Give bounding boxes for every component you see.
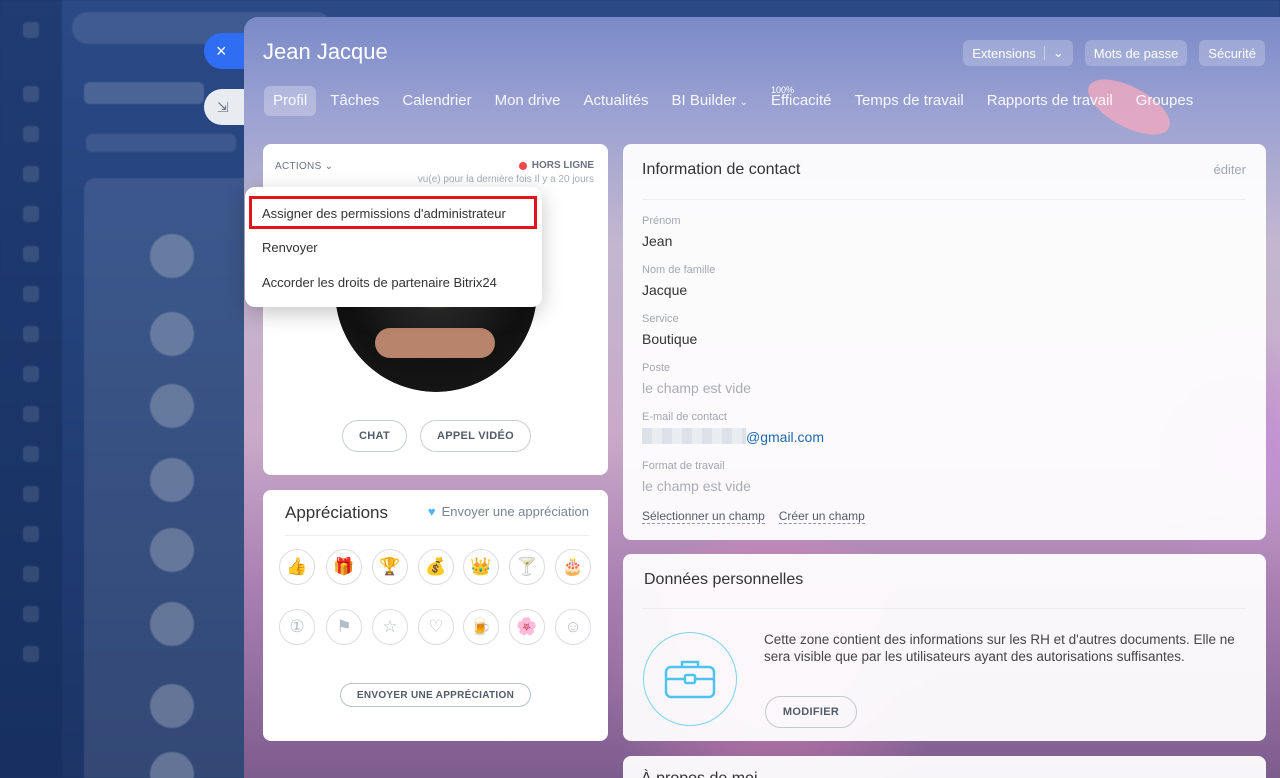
number-one-icon[interactable]: ① [279, 609, 315, 645]
menu-item-admin-permissions[interactable]: Assigner des permissions d'administrateu… [262, 206, 506, 221]
cocktail-icon[interactable]: 🍸 [509, 549, 545, 585]
collapse-icon: ⇲ [217, 98, 229, 115]
background-subtitle [86, 134, 236, 152]
appreciations-title: Appréciations [285, 503, 389, 522]
close-slider-button[interactable]: × [204, 33, 248, 69]
trophy-icon[interactable]: 🏆 [372, 549, 408, 585]
personal-data-card: Données personnelles Cette zone contient… [623, 554, 1266, 741]
modify-button[interactable]: MODIFIER [765, 696, 857, 728]
cake-icon[interactable]: 🎂 [555, 549, 591, 585]
email-redacted [642, 428, 746, 444]
send-appreciation-button[interactable]: ENVOYER UNE APPRÉCIATION [340, 683, 531, 707]
briefcase-icon [643, 632, 737, 726]
contact-info-card: Information de contact éditer Prénom Jea… [623, 144, 1266, 540]
contact-info-title: Information de contact [642, 161, 801, 178]
select-field-link[interactable]: Sélectionner un champ [642, 509, 765, 524]
user-name-title: Jean Jacque [263, 39, 388, 64]
last-name-value: Jacque [642, 282, 688, 298]
menu-item-partner-rights[interactable]: Accorder les droits de partenaire Bitrix… [262, 275, 497, 290]
department-value: Boutique [642, 331, 698, 347]
background-sidebar [0, 0, 62, 778]
heart-icon: ♥ [427, 504, 436, 519]
offline-dot-icon [518, 161, 527, 170]
close-icon: × [216, 40, 227, 61]
first-name-value: Jean [642, 233, 673, 249]
appreciations-card: Appréciations ♥ Envoyer une appréciation… [263, 490, 608, 741]
star-icon[interactable]: ☆ [372, 609, 408, 645]
smile-icon[interactable]: ☺ [555, 609, 591, 645]
passwords-button[interactable]: Mots de passe [1084, 40, 1188, 66]
background-list [84, 178, 264, 778]
tab-profil[interactable]: Profil [264, 86, 317, 116]
personal-data-title: Données personnelles [644, 571, 804, 588]
chat-button[interactable]: CHAT [342, 420, 407, 452]
gift-icon[interactable]: 🎁 [326, 549, 362, 585]
field-label: Prénom [642, 215, 681, 227]
actions-menu: Assigner des permissions d'administrateu… [245, 187, 542, 307]
work-format-value: le champ est vide [642, 478, 751, 494]
field-label: Poste [642, 362, 671, 374]
about-me-card: À propos de moi [623, 756, 1266, 778]
tab-mon-drive[interactable]: Mon drive [486, 86, 570, 116]
crown-icon[interactable]: 👑 [463, 549, 499, 585]
field-label: Nom de famille [642, 264, 716, 276]
position-value: le champ est vide [642, 380, 751, 396]
chevron-down-icon: ⌄ [324, 161, 334, 172]
extensions-button[interactable]: Extensions ⌄ [963, 40, 1073, 66]
personal-data-text: Cette zone contient des informations sur… [764, 632, 1235, 664]
collapse-slider-button[interactable]: ⇲ [204, 89, 248, 125]
actions-dropdown[interactable]: ACTIONS ⌄ [275, 161, 333, 172]
edit-link[interactable]: éditer [1213, 162, 1246, 177]
email-value[interactable]: @gmail.com [746, 429, 824, 445]
thumbs-up-icon[interactable]: 👍 [279, 549, 315, 585]
chevron-down-icon: ⌄ [1052, 45, 1064, 60]
create-field-link[interactable]: Créer un champ [778, 509, 865, 524]
heart-outline-icon[interactable]: ♡ [418, 609, 454, 645]
field-label: Service [642, 313, 679, 325]
last-seen-text: vu(e) pour la dernière fois Il y a 20 jo… [417, 174, 594, 185]
profile-tabs: Profil Tâches Calendrier Mon drive Actua… [264, 85, 1207, 116]
tab-efficacite[interactable]: 100% Efficacité [762, 85, 841, 116]
video-call-button[interactable]: APPEL VIDÉO [420, 420, 531, 452]
tab-rapports-de-travail[interactable]: Rapports de travail [978, 86, 1122, 116]
status-badge: HORS LIGNE [518, 160, 594, 171]
tab-temps-de-travail[interactable]: Temps de travail [846, 86, 973, 116]
flower-icon[interactable]: 🌸 [509, 609, 545, 645]
menu-item-resend[interactable]: Renvoyer [262, 240, 318, 255]
field-label: E-mail de contact [642, 411, 727, 423]
tab-calendrier[interactable]: Calendrier [393, 86, 480, 116]
send-appreciation-link[interactable]: ♥ Envoyer une appréciation [428, 504, 589, 519]
field-label: Format de travail [642, 460, 725, 472]
about-me-title: À propos de moi [641, 770, 758, 778]
security-button[interactable]: Sécurité [1199, 40, 1265, 66]
money-icon[interactable]: 💰 [418, 549, 454, 585]
background-title [84, 82, 204, 104]
header-buttons: Extensions ⌄ Mots de passe Sécurité [963, 40, 1265, 66]
tab-actualites[interactable]: Actualités [574, 86, 657, 116]
chevron-down-icon: ⌄ [739, 97, 748, 108]
tab-taches[interactable]: Tâches [321, 86, 388, 116]
tab-bi-builder[interactable]: BI Builder ⌄ [663, 86, 757, 116]
tab-groupes[interactable]: Groupes [1127, 86, 1203, 116]
efficiency-percent: 100% [770, 85, 794, 95]
flag-icon[interactable]: ⚑ [326, 609, 362, 645]
beer-icon[interactable]: 🍺 [463, 609, 499, 645]
field-links: Sélectionner un champ Créer un champ [642, 509, 865, 524]
